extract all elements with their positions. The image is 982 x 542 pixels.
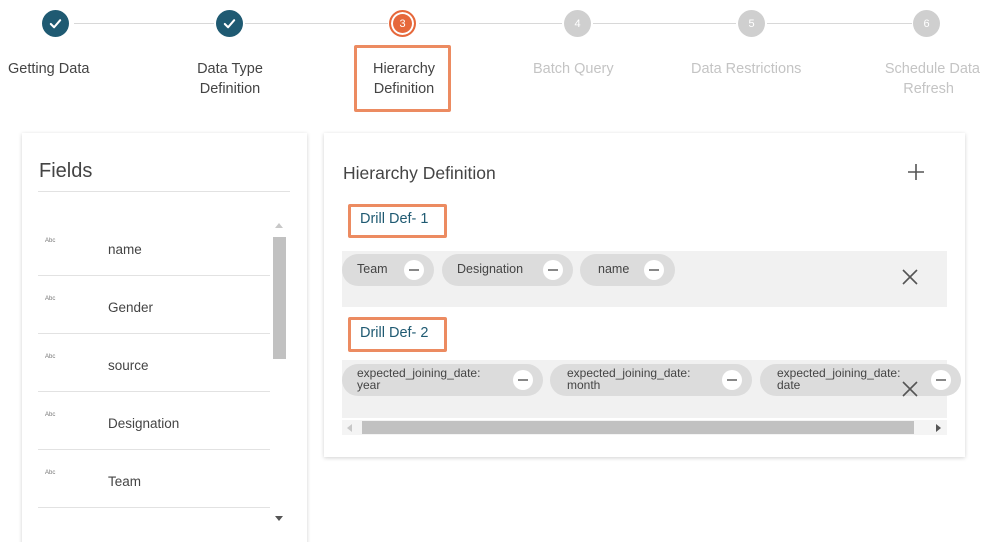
field-item-team[interactable]: Abc Team	[38, 450, 270, 508]
remove-chip-icon[interactable]	[404, 260, 424, 280]
field-label: Team	[108, 474, 142, 489]
step-6-number: 6	[923, 17, 930, 30]
close-icon[interactable]	[899, 378, 921, 400]
step-4-indicator[interactable]: 4	[564, 10, 591, 37]
chip-label: name	[598, 262, 630, 276]
scroll-down-arrow-icon[interactable]	[275, 516, 283, 521]
step-6-label[interactable]: Schedule Data Refresh	[864, 59, 980, 99]
chip-expected-joining-date-date[interactable]: expected_joining_date: date	[760, 364, 961, 396]
step-connector	[593, 23, 736, 24]
step-1-indicator[interactable]	[42, 10, 69, 37]
chip-label: expected_joining_date: year	[357, 367, 480, 392]
chip-label: Team	[357, 262, 388, 276]
drill-def-2-chip-row: expected_joining_date: year expected_joi…	[342, 360, 961, 418]
step-2-label[interactable]: Data Type Definition	[190, 59, 270, 99]
chip-label-line2: month	[567, 377, 601, 392]
step-6-indicator[interactable]: 6	[913, 10, 940, 37]
text-type-icon: Abc	[45, 470, 56, 476]
scrollbar-thumb[interactable]	[362, 421, 914, 434]
fields-scrollbar[interactable]	[272, 217, 286, 527]
chip-team[interactable]: Team	[342, 254, 434, 286]
step-2-label-line2: Definition	[199, 81, 261, 97]
checkmark-icon	[223, 19, 236, 29]
step-2-label-line1: Data Type	[197, 61, 263, 77]
chip-expected-joining-date-year[interactable]: expected_joining_date: year	[342, 364, 543, 396]
text-type-icon: Abc	[45, 238, 56, 244]
step-4-number: 4	[574, 17, 581, 30]
drill-def-1-highlight	[348, 204, 447, 238]
divider	[38, 191, 290, 192]
step-5-indicator[interactable]: 5	[738, 10, 765, 37]
field-item-name[interactable]: Abc name	[38, 218, 270, 276]
step-5-label[interactable]: Data Restrictions	[691, 59, 801, 79]
close-icon[interactable]	[899, 266, 921, 288]
chip-name[interactable]: name	[580, 254, 675, 286]
field-label: Designation	[108, 416, 180, 431]
step-connector	[245, 23, 388, 24]
chip-label-line2: date	[777, 377, 801, 392]
step-5-number: 5	[748, 17, 755, 30]
step-3-number: 3	[399, 17, 406, 30]
step-connector	[767, 23, 912, 24]
step-3-highlight	[354, 45, 451, 112]
drill-def-2-highlight	[348, 317, 447, 352]
text-type-icon: Abc	[45, 296, 56, 302]
chip-label: expected_joining_date: month	[567, 367, 690, 392]
step-connector	[74, 23, 214, 24]
chip-label: expected_joining_date: date	[777, 367, 900, 392]
remove-chip-icon[interactable]	[543, 260, 563, 280]
chip-designation[interactable]: Designation	[442, 254, 573, 286]
scroll-up-arrow-icon[interactable]	[275, 223, 283, 228]
field-label: Gender	[108, 300, 154, 315]
fields-panel: Fields Abc name Abc Gender Abc source Ab…	[22, 133, 307, 542]
chip-label: Designation	[457, 262, 524, 276]
step-1-label[interactable]: Getting Data	[8, 59, 89, 79]
fields-title: Fields	[39, 160, 93, 182]
drill-def-1-chip-row: Team Designation name	[342, 251, 947, 307]
field-item-source[interactable]: Abc source	[38, 334, 270, 392]
scroll-left-arrow-icon[interactable]	[347, 424, 352, 432]
step-connector	[419, 23, 562, 24]
scroll-right-arrow-icon[interactable]	[936, 424, 941, 432]
step-6-label-line2: Refresh	[903, 81, 954, 97]
remove-chip-icon[interactable]	[513, 370, 533, 390]
horizontal-scrollbar[interactable]	[342, 420, 947, 435]
hierarchy-title: Hierarchy Definition	[343, 163, 496, 183]
plus-icon	[908, 164, 924, 180]
field-item-designation[interactable]: Abc Designation	[38, 392, 270, 450]
step-4-label[interactable]: Batch Query	[533, 59, 614, 79]
remove-chip-icon[interactable]	[931, 370, 951, 390]
field-label: name	[108, 242, 142, 257]
checkmark-icon	[49, 19, 62, 29]
step-3-indicator[interactable]: 3	[389, 10, 416, 37]
step-6-label-line1: Schedule Data	[884, 61, 980, 77]
remove-chip-icon[interactable]	[644, 260, 664, 280]
text-type-icon: Abc	[45, 412, 56, 418]
text-type-icon: Abc	[45, 354, 56, 360]
wizard-stepper: Getting Data Data Type Definition 3 Hier…	[0, 0, 982, 120]
remove-chip-icon[interactable]	[722, 370, 742, 390]
field-item-gender[interactable]: Abc Gender	[38, 276, 270, 334]
hierarchy-panel: Hierarchy Definition Drill Def- 1 Team D…	[324, 133, 965, 457]
field-label: source	[108, 358, 149, 373]
add-hierarchy-button[interactable]	[904, 160, 928, 184]
chip-label-line2: year	[357, 377, 381, 392]
scrollbar-thumb[interactable]	[273, 237, 286, 359]
chip-expected-joining-date-month[interactable]: expected_joining_date: month	[550, 364, 752, 396]
step-2-indicator[interactable]	[216, 10, 243, 37]
